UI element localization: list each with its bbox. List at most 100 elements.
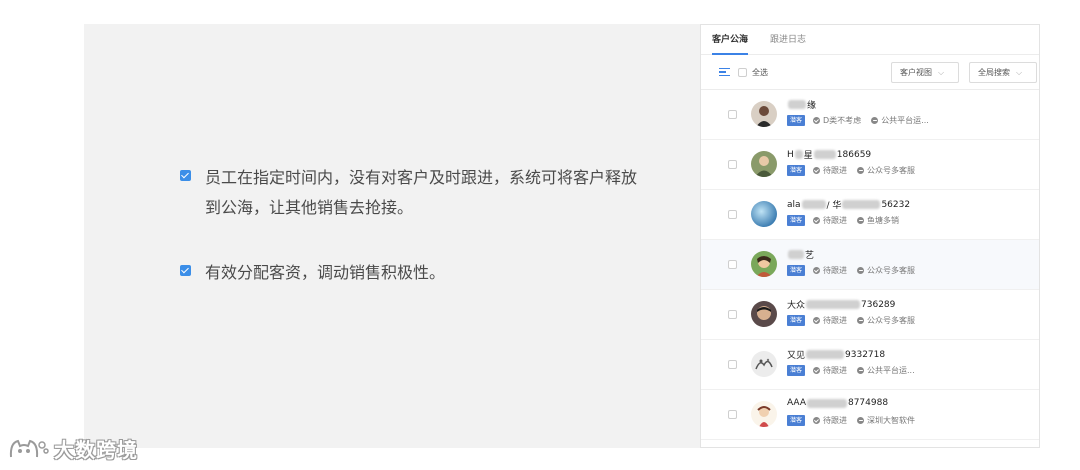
- list-item[interactable]: 又见 9332718 潜客 待跟进 公共平台运...: [701, 340, 1039, 390]
- list-item[interactable]: 艺 潜客 待跟进 公众号多客服: [701, 240, 1039, 290]
- watermark: 大数跨境: [8, 434, 138, 463]
- status-badge: 待跟进: [813, 315, 847, 326]
- customer-name: H 星 186659: [787, 149, 872, 162]
- source-badge: 公众号多客服: [857, 165, 915, 176]
- list-item[interactable]: 大众 736289 潜客 待跟进 公众号多客服: [701, 290, 1039, 340]
- redacted-text: [788, 250, 804, 259]
- prospect-tag: 潜客: [787, 215, 806, 226]
- prospect-tag: 潜客: [787, 365, 806, 376]
- cat-logo-icon: [8, 437, 50, 461]
- chat-bubble-icon: [857, 367, 865, 374]
- tab-followup-log[interactable]: 跟进日志: [770, 32, 806, 54]
- check-circle-icon: [813, 367, 821, 374]
- customer-name: 艺: [787, 248, 814, 261]
- source-badge: 鱼塘多销: [857, 215, 899, 226]
- avatar: [751, 151, 777, 177]
- customer-list: 缘 潜客 D类不考虑 公共平台运... H 星 186659 潜客 待跟进 公众…: [701, 90, 1039, 440]
- check-circle-icon: [813, 317, 821, 324]
- row-checkbox[interactable]: [728, 260, 737, 269]
- status-badge: 待跟进: [813, 415, 847, 426]
- redacted-text: [794, 150, 803, 159]
- redacted-text: [806, 300, 861, 309]
- tab-customer-pool[interactable]: 客户公海: [712, 32, 749, 55]
- row-checkbox[interactable]: [728, 210, 737, 219]
- prospect-tag: 潜客: [787, 265, 806, 276]
- avatar: [751, 201, 777, 227]
- prospect-tag: 潜客: [787, 315, 806, 326]
- customer-name: ala / 华 56232: [787, 199, 911, 212]
- select-all-label: 全选: [752, 67, 768, 77]
- customer-view-label: 客户视图: [900, 68, 932, 77]
- status-badge: D类不考虑: [813, 115, 861, 126]
- status-badge: 待跟进: [813, 165, 847, 176]
- global-search-dropdown[interactable]: 全局搜索 ⌵: [969, 62, 1037, 83]
- select-all[interactable]: 全选: [738, 67, 768, 78]
- source-badge: 公共平台运...: [857, 365, 915, 376]
- customer-meta: 潜客 待跟进 公众号多客服: [787, 315, 925, 326]
- list-item[interactable]: AAA 8774988 潜客 待跟进 深圳大智软件: [701, 390, 1039, 440]
- status-badge: 待跟进: [813, 215, 847, 226]
- check-circle-icon: [813, 417, 821, 424]
- list-toolbar: 全选 客户视图 ⌵ 全局搜索 ⌵: [701, 55, 1039, 90]
- chat-bubble-icon: [857, 317, 865, 324]
- check-circle-icon: [813, 167, 821, 174]
- redacted-text: [788, 100, 806, 109]
- redacted-text: [842, 200, 881, 209]
- source-badge: 公众号多客服: [857, 265, 915, 276]
- customer-name: AAA 8774988: [787, 398, 889, 408]
- customer-meta: 潜客 待跟进 深圳大智软件: [787, 415, 925, 426]
- row-checkbox[interactable]: [728, 360, 737, 369]
- customer-view-dropdown[interactable]: 客户视图 ⌵: [891, 62, 959, 83]
- bullet-text: 有效分配客资，调动销售积极性。: [205, 263, 446, 282]
- chat-bubble-icon: [871, 117, 879, 124]
- customer-meta: 潜客 待跟进 公众号多客服: [787, 265, 925, 276]
- source-badge: 公共平台运...: [871, 115, 929, 126]
- avatar: [751, 401, 777, 427]
- customer-name: 缘: [787, 98, 816, 111]
- prospect-tag: 潜客: [787, 115, 806, 126]
- row-checkbox[interactable]: [728, 110, 737, 119]
- list-item[interactable]: 缘 潜客 D类不考虑 公共平台运...: [701, 90, 1039, 140]
- list-menu-icon[interactable]: [719, 67, 730, 77]
- feature-bullet-1: 员工在指定时间内，没有对客户及时跟进，系统可将客户释放到公海，让其他销售去抢接。: [180, 163, 645, 223]
- row-checkbox[interactable]: [728, 160, 737, 169]
- crm-panel: 客户公海 跟进日志 全选 客户视图 ⌵ 全局搜索 ⌵ 缘 潜客 D类不考虑 公共…: [700, 24, 1040, 448]
- check-circle-icon: [813, 217, 821, 224]
- list-item[interactable]: H 星 186659 潜客 待跟进 公众号多客服: [701, 140, 1039, 190]
- check-circle-icon: [813, 117, 821, 124]
- global-search-label: 全局搜索: [978, 68, 1010, 77]
- chat-bubble-icon: [857, 267, 865, 274]
- customer-meta: 潜客 待跟进 公众号多客服: [787, 165, 925, 176]
- list-item[interactable]: ala / 华 56232 潜客 待跟进 鱼塘多销: [701, 190, 1039, 240]
- status-badge: 待跟进: [813, 265, 847, 276]
- check-circle-icon: [813, 267, 821, 274]
- status-badge: 待跟进: [813, 365, 847, 376]
- tab-bar: 客户公海 跟进日志: [701, 25, 1039, 55]
- watermark-text: 大数跨境: [54, 438, 138, 462]
- screenshot-stage: 员工在指定时间内，没有对客户及时跟进，系统可将客户释放到公海，让其他销售去抢接。…: [0, 0, 1080, 470]
- chat-bubble-icon: [857, 417, 865, 424]
- chat-bubble-icon: [857, 167, 865, 174]
- avatar: [751, 351, 777, 377]
- customer-meta: 潜客 D类不考虑 公共平台运...: [787, 115, 939, 126]
- customer-meta: 潜客 待跟进 鱼塘多销: [787, 215, 909, 226]
- avatar: [751, 301, 777, 327]
- avatar: [751, 101, 777, 127]
- avatar: [751, 251, 777, 277]
- customer-name: 大众 736289: [787, 299, 896, 312]
- prospect-tag: 潜客: [787, 415, 806, 426]
- customer-meta: 潜客 待跟进 公共平台运...: [787, 365, 925, 376]
- checkbox-checked-icon: [180, 265, 191, 276]
- customer-name: 又见 9332718: [787, 349, 886, 362]
- source-badge: 公众号多客服: [857, 315, 915, 326]
- bullet-text: 员工在指定时间内，没有对客户及时跟进，系统可将客户释放到公海，让其他销售去抢接。: [205, 168, 638, 217]
- row-checkbox[interactable]: [728, 410, 737, 419]
- redacted-text: [813, 150, 836, 159]
- redacted-text: [806, 398, 847, 408]
- chevron-down-icon: ⌵: [938, 67, 945, 77]
- row-checkbox[interactable]: [728, 310, 737, 319]
- checkbox-checked-icon: [180, 170, 191, 181]
- prospect-tag: 潜客: [787, 165, 806, 176]
- source-badge: 深圳大智软件: [857, 415, 915, 426]
- select-all-checkbox[interactable]: [738, 67, 747, 77]
